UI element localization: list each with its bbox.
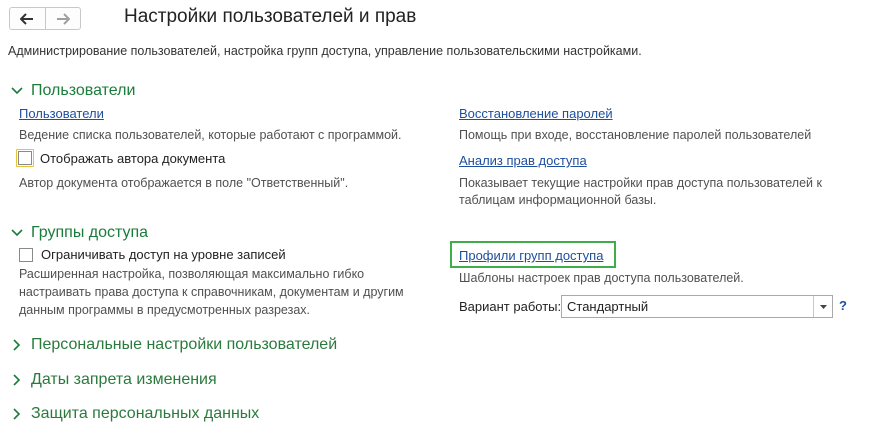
forward-arrow-icon [56,12,70,25]
page-description: Администрирование пользователей, настрой… [8,44,642,58]
section-users-title: Пользователи [31,82,136,99]
chevron-down-icon [10,84,24,98]
password-recovery-link[interactable]: Восстановление паролей [459,106,613,121]
author-checkbox-focus [16,149,34,167]
section-change-prohibition-title: Даты запрета изменения [31,371,217,388]
back-arrow-icon [20,12,34,25]
author-checkbox-label: Отображать автора документа [40,150,226,166]
work-mode-dropdown-button[interactable] [813,296,832,317]
forward-button[interactable] [44,8,81,29]
work-mode-label: Вариант работы: [459,299,562,314]
restrict-hint-line3: данным программы в предусмотренных разре… [19,303,310,317]
work-mode-select[interactable]: Стандартный [561,295,833,318]
restrict-hint-line2: настраивать права доступа к справочникам… [19,285,404,299]
restrict-checkbox-label: Ограничивать доступ на уровне записей [41,247,286,262]
section-change-prohibition-header[interactable]: Даты запрета изменения [10,371,217,389]
users-link[interactable]: Пользователи [19,106,104,121]
section-users-header[interactable]: Пользователи [10,82,135,100]
back-button[interactable] [10,8,45,29]
rights-analysis-link[interactable]: Анализ прав доступа [459,153,587,168]
section-personal-data-header[interactable]: Защита персональных данных [10,405,259,423]
rights-analysis-hint-line1: Показывает текущие настройки прав доступ… [459,176,822,190]
dropdown-arrow-icon [819,304,827,309]
author-checkbox[interactable] [18,151,32,165]
help-icon[interactable]: ? [839,298,847,313]
chevron-right-icon [10,407,24,421]
restrict-checkbox[interactable] [19,247,33,262]
section-access-groups-title: Группы доступа [31,224,149,241]
chevron-down-icon [10,226,24,240]
author-hint: Автор документа отображается в поле "Отв… [19,176,349,190]
restrict-checkbox-row[interactable]: Ограничивать доступ на уровне записей [19,247,286,262]
users-hint: Ведение списка пользователей, которые ра… [19,128,402,142]
work-mode-value: Стандартный [567,299,649,314]
section-access-groups-header[interactable]: Группы доступа [10,224,148,242]
password-recovery-hint: Помощь при входе, восстановление паролей… [459,128,812,142]
access-group-profiles-link[interactable]: Профили групп доступа [459,248,603,263]
section-personal-data-title: Защита персональных данных [31,405,260,422]
chevron-right-icon [10,373,24,387]
section-personal-settings-title: Персональные настройки пользователей [31,336,338,353]
navigation-buttons [9,7,81,30]
access-group-profiles-hint: Шаблоны настроек прав доступа пользовате… [459,271,744,285]
restrict-hint-line1: Расширенная настройка, позволяющая макси… [19,267,365,281]
author-checkbox-row[interactable]: Отображать автора документа [16,149,225,167]
page-title: Настройки пользователей и прав [124,6,417,27]
chevron-right-icon [10,338,24,352]
section-personal-settings-header[interactable]: Персональные настройки пользователей [10,336,337,354]
rights-analysis-hint-line2: таблицам информационной базы. [459,193,657,207]
